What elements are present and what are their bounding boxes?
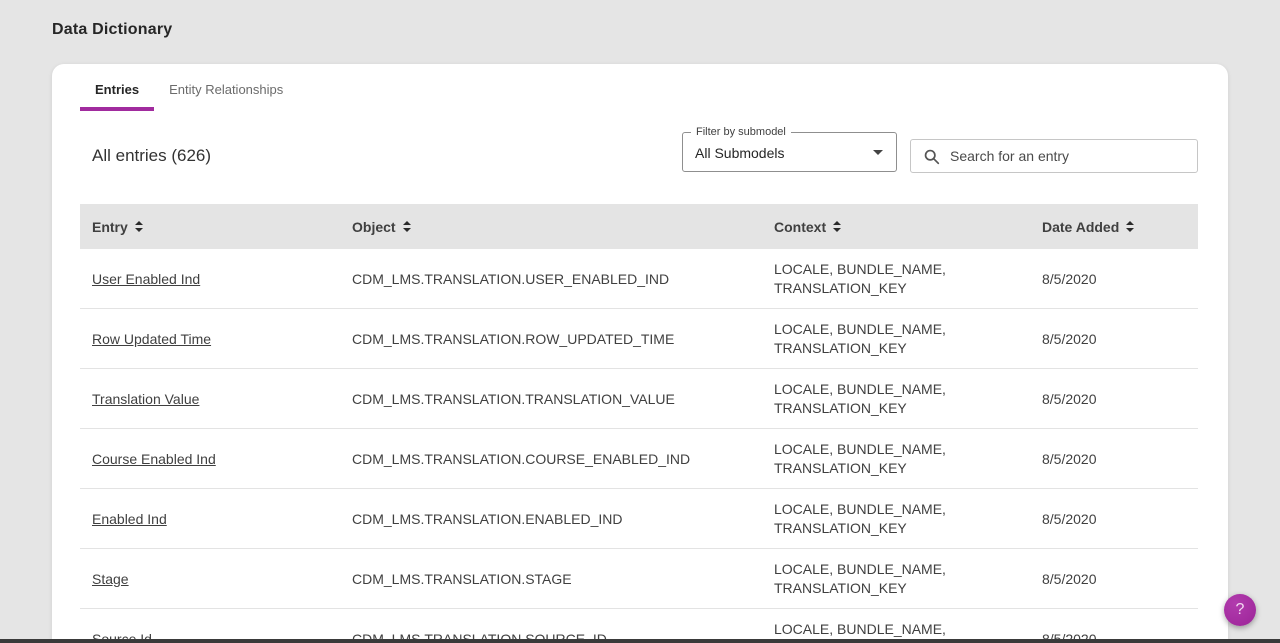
data-dictionary-card: Entries Entity Relationships All entries… [52, 64, 1228, 643]
submodel-filter-dropdown[interactable]: Filter by submodel All Submodels [682, 132, 897, 172]
object-cell: CDM_LMS.TRANSLATION.ENABLED_IND [340, 511, 762, 527]
context-cell: LOCALE, BUNDLE_NAME, TRANSLATION_KEY [762, 560, 967, 598]
date-added-cell: 8/5/2020 [1030, 451, 1198, 467]
entries-count-label: All entries (626) [92, 146, 211, 166]
window-bottom-edge [0, 639, 1280, 643]
column-header-object[interactable]: Object [340, 219, 762, 235]
context-cell: LOCALE, BUNDLE_NAME, TRANSLATION_KEY [762, 260, 967, 298]
column-header-date-added[interactable]: Date Added [1030, 219, 1198, 235]
date-added-cell: 8/5/2020 [1030, 511, 1198, 527]
tab-entries[interactable]: Entries [80, 64, 154, 111]
date-added-cell: 8/5/2020 [1030, 571, 1198, 587]
context-cell: LOCALE, BUNDLE_NAME, TRANSLATION_KEY [762, 500, 967, 538]
search-icon [923, 148, 940, 165]
entry-link[interactable]: Stage [92, 571, 129, 587]
object-cell: CDM_LMS.TRANSLATION.COURSE_ENABLED_IND [340, 451, 762, 467]
context-cell: LOCALE, BUNDLE_NAME, TRANSLATION_KEY [762, 320, 967, 358]
table-row: User Enabled Ind CDM_LMS.TRANSLATION.USE… [80, 249, 1198, 309]
column-header-entry[interactable]: Entry [80, 219, 340, 235]
object-cell: CDM_LMS.TRANSLATION.ROW_UPDATED_TIME [340, 331, 762, 347]
sort-icon[interactable] [135, 221, 143, 232]
sort-icon[interactable] [833, 221, 841, 232]
context-cell: LOCALE, BUNDLE_NAME, TRANSLATION_KEY [762, 380, 967, 418]
object-cell: CDM_LMS.TRANSLATION.STAGE [340, 571, 762, 587]
page-title: Data Dictionary [52, 21, 1280, 39]
context-cell: LOCALE, BUNDLE_NAME, TRANSLATION_KEY [762, 440, 967, 478]
submodel-filter-value: All Submodels [695, 145, 785, 161]
question-mark-icon: ? [1236, 601, 1245, 619]
tab-entity-relationships[interactable]: Entity Relationships [154, 64, 298, 111]
column-header-context[interactable]: Context [762, 219, 1030, 235]
table-body: User Enabled Ind CDM_LMS.TRANSLATION.USE… [80, 249, 1198, 643]
page-header: Data Dictionary [0, 0, 1280, 39]
entry-link[interactable]: Course Enabled Ind [92, 451, 216, 467]
submodel-filter-label: Filter by submodel [691, 126, 791, 138]
sort-icon[interactable] [403, 221, 411, 232]
entries-table: Entry Object Context Date Added User Ena… [80, 204, 1198, 643]
entry-link[interactable]: User Enabled Ind [92, 271, 200, 287]
tab-bar: Entries Entity Relationships [52, 64, 1228, 111]
date-added-cell: 8/5/2020 [1030, 271, 1198, 287]
entry-link[interactable]: Enabled Ind [92, 511, 167, 527]
entry-link[interactable]: Translation Value [92, 391, 199, 407]
sort-icon[interactable] [1126, 221, 1134, 232]
table-row: Translation Value CDM_LMS.TRANSLATION.TR… [80, 369, 1198, 429]
entry-search-box[interactable] [910, 139, 1198, 173]
chevron-down-icon [873, 150, 883, 155]
table-row: Course Enabled Ind CDM_LMS.TRANSLATION.C… [80, 429, 1198, 489]
date-added-cell: 8/5/2020 [1030, 391, 1198, 407]
controls-row: All entries (626) Filter by submodel All… [52, 139, 1228, 173]
entry-link[interactable]: Row Updated Time [92, 331, 211, 347]
date-added-cell: 8/5/2020 [1030, 331, 1198, 347]
table-row: Row Updated Time CDM_LMS.TRANSLATION.ROW… [80, 309, 1198, 369]
table-header-row: Entry Object Context Date Added [80, 204, 1198, 249]
table-row: Source Id CDM_LMS.TRANSLATION.SOURCE_ID … [80, 609, 1198, 643]
help-button[interactable]: ? [1224, 594, 1256, 626]
search-input[interactable] [950, 148, 1187, 164]
object-cell: CDM_LMS.TRANSLATION.USER_ENABLED_IND [340, 271, 762, 287]
table-row: Enabled Ind CDM_LMS.TRANSLATION.ENABLED_… [80, 489, 1198, 549]
table-row: Stage CDM_LMS.TRANSLATION.STAGE LOCALE, … [80, 549, 1198, 609]
object-cell: CDM_LMS.TRANSLATION.TRANSLATION_VALUE [340, 391, 762, 407]
